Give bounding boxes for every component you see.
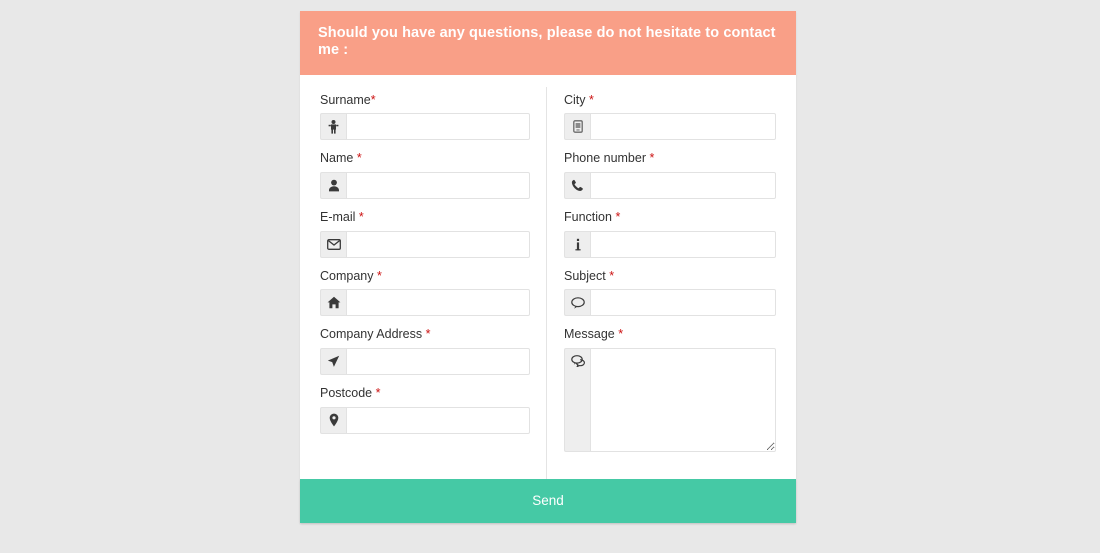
- field-function: Function *: [564, 210, 776, 258]
- label-phone-number: Phone number *: [564, 151, 655, 166]
- right-column: City * Phone number * Function * Subject…: [548, 93, 776, 463]
- label-function: Function *: [564, 210, 621, 225]
- input-group-company-address: [320, 347, 530, 375]
- company-input[interactable]: [346, 289, 530, 317]
- field-email: E-mail *: [320, 210, 530, 258]
- column-divider: [546, 86, 547, 479]
- field-city: City *: [564, 93, 776, 141]
- required-asterisk: *: [425, 327, 431, 342]
- input-group-function: [564, 230, 776, 258]
- card-header: Should you have any questions, please do…: [300, 11, 796, 75]
- card-body: Surname* Name * E-mail * Company * Compa…: [300, 74, 796, 479]
- company-address-input[interactable]: [346, 347, 530, 375]
- field-subject: Subject *: [564, 269, 776, 317]
- surname-input[interactable]: [346, 113, 530, 141]
- field-phone-number: Phone number *: [564, 151, 776, 200]
- contact-form-card: Should you have any questions, please do…: [300, 11, 796, 523]
- map-marker-icon: [320, 406, 346, 434]
- left-column: Surname* Name * E-mail * Company * Compa…: [320, 93, 548, 463]
- male-person-icon: [320, 113, 346, 141]
- input-group-message: [564, 347, 776, 452]
- phone-number-input[interactable]: [590, 172, 776, 200]
- required-asterisk: *: [370, 92, 376, 107]
- label-email: E-mail *: [320, 210, 364, 225]
- input-group-subject: [564, 289, 776, 317]
- envelope-icon: [320, 230, 346, 258]
- location-arrow-icon: [320, 347, 346, 375]
- user-icon: [320, 172, 346, 200]
- required-asterisk: *: [375, 385, 381, 400]
- label-subject: Subject *: [564, 268, 615, 283]
- city-input[interactable]: [590, 113, 776, 141]
- input-group-postcode: [320, 406, 530, 434]
- input-group-name: [320, 172, 530, 200]
- field-company-address: Company Address *: [320, 327, 530, 375]
- field-company: Company *: [320, 269, 530, 317]
- field-name: Name *: [320, 151, 530, 200]
- required-asterisk: *: [358, 210, 364, 225]
- form-columns: Surname* Name * E-mail * Company * Compa…: [320, 93, 776, 463]
- postcode-input[interactable]: [346, 406, 530, 434]
- label-postcode: Postcode *: [320, 385, 381, 400]
- input-group-email: [320, 230, 530, 258]
- function-input[interactable]: [590, 230, 776, 258]
- page-title: Should you have any questions, please do…: [318, 25, 776, 59]
- comment-icon: [564, 289, 590, 317]
- label-company: Company *: [320, 268, 382, 283]
- label-city: City *: [564, 92, 594, 107]
- home-icon: [320, 289, 346, 317]
- label-company-address: Company Address *: [320, 327, 431, 342]
- required-asterisk: *: [589, 92, 594, 107]
- required-asterisk: *: [356, 151, 362, 166]
- name-input[interactable]: [346, 172, 530, 200]
- label-name: Name *: [320, 151, 362, 166]
- email-input[interactable]: [346, 230, 530, 258]
- page-background: Should you have any questions, please do…: [0, 0, 1100, 553]
- input-group-surname: [320, 113, 530, 141]
- field-postcode: Postcode *: [320, 386, 530, 434]
- phone-icon: [564, 172, 590, 200]
- required-asterisk: *: [376, 268, 382, 283]
- required-asterisk: *: [609, 268, 615, 283]
- label-surname: Surname*: [320, 92, 376, 107]
- send-button[interactable]: Send: [300, 478, 796, 523]
- required-asterisk: *: [618, 327, 624, 342]
- subject-input[interactable]: [590, 289, 776, 317]
- comments-icon: [564, 347, 590, 452]
- field-message: Message *: [564, 327, 776, 452]
- input-group-phone-number: [564, 172, 776, 200]
- required-asterisk: *: [649, 151, 655, 166]
- building-icon: [564, 113, 590, 141]
- input-group-company: [320, 289, 530, 317]
- info-icon: [564, 230, 590, 258]
- label-message: Message *: [564, 327, 624, 342]
- message-textarea[interactable]: [590, 347, 776, 452]
- field-surname: Surname*: [320, 93, 530, 141]
- required-asterisk: *: [615, 210, 621, 225]
- input-group-city: [564, 113, 776, 141]
